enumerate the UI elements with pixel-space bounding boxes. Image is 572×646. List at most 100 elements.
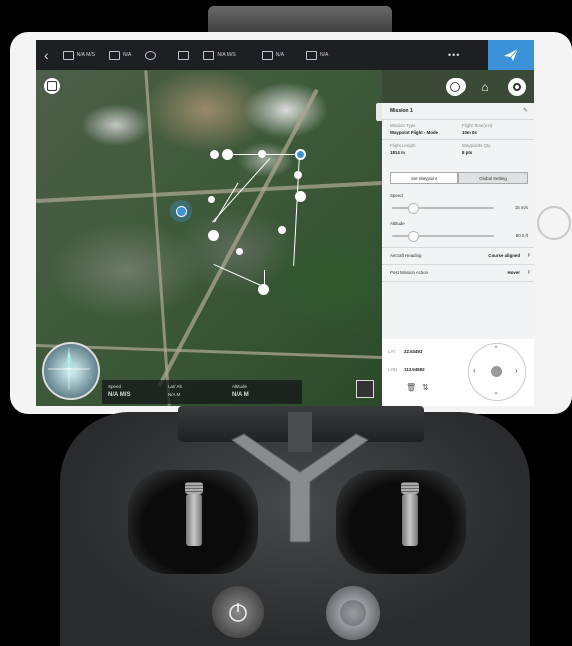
coordinate-panel: LAT 22.53493 LON 113.94583 🗑 ⇅ ⌃ ⌄ ‹ › bbox=[382, 339, 534, 406]
telemetry-altitude-label: Altitude bbox=[232, 384, 248, 389]
speed-slider[interactable] bbox=[392, 207, 494, 209]
speed-value: 15 m/s bbox=[514, 205, 528, 210]
mission-panel: Mission 1 ✎ Mission Type Waypoint Flight… bbox=[382, 103, 534, 406]
chevron-down-icon[interactable]: ⌄ bbox=[493, 388, 499, 396]
locate-aircraft-button[interactable] bbox=[446, 78, 464, 96]
divider bbox=[382, 264, 534, 265]
mission-type-value: Waypoint Flight - Mode bbox=[390, 130, 439, 135]
lon-value[interactable]: 113.94583 bbox=[404, 367, 425, 372]
waypoint[interactable] bbox=[278, 226, 286, 234]
waypoint[interactable] bbox=[236, 248, 243, 255]
divider bbox=[382, 139, 534, 140]
video-signal-icon bbox=[261, 50, 273, 60]
target-icon bbox=[513, 83, 521, 91]
tab-global-setting[interactable]: Global Setting bbox=[458, 172, 528, 184]
flight-length-value: 1814 m bbox=[390, 150, 405, 155]
aircraft-heading-label: Aircraft Heading bbox=[390, 253, 422, 258]
speed-slider-knob[interactable] bbox=[408, 203, 420, 214]
top-status-bar: ‹ N/A M/S N/A N/A M/S N/A N/A ••• bbox=[36, 40, 534, 70]
swap-icon[interactable]: ⇅ bbox=[422, 383, 429, 392]
lat-value[interactable]: 22.53493 bbox=[404, 349, 422, 354]
return-home-icon: ⌂ bbox=[481, 80, 489, 94]
divider bbox=[382, 119, 534, 120]
return-home-button[interactable]: ⌂ bbox=[476, 78, 494, 96]
chevron-right-icon: › bbox=[527, 250, 530, 259]
speed-label: Speed bbox=[390, 193, 403, 198]
aircraft-icon bbox=[175, 205, 187, 217]
status-gps[interactable]: N/A bbox=[109, 50, 131, 60]
telemetry-altitude-value: N/A M bbox=[232, 392, 249, 398]
left-control-stick[interactable] bbox=[186, 494, 202, 546]
attitude-indicator bbox=[42, 342, 100, 400]
right-stick-cap[interactable] bbox=[401, 482, 419, 494]
waypoint[interactable] bbox=[294, 171, 302, 179]
more-button[interactable]: ••• bbox=[448, 50, 460, 60]
tab-set-waypoint[interactable]: Set Waypoint bbox=[390, 172, 458, 184]
airplane-icon bbox=[504, 48, 519, 61]
chevron-right-icon: › bbox=[527, 267, 530, 276]
chevron-up-icon[interactable]: ⌃ bbox=[493, 345, 499, 353]
app-screen: ‹ N/A M/S N/A N/A M/S N/A N/A ••• Speed … bbox=[36, 40, 534, 406]
aircraft-heading-row[interactable]: Aircraft Heading Course aligned › bbox=[382, 249, 534, 263]
map-toggle-button[interactable] bbox=[356, 380, 374, 398]
left-stick-cap[interactable] bbox=[185, 482, 203, 494]
telemetry-speed-label: Speed bbox=[108, 384, 122, 389]
flight-length-label: Flight Length bbox=[390, 143, 416, 148]
map-layers-icon bbox=[47, 81, 57, 91]
battery-icon bbox=[306, 50, 318, 60]
target-button[interactable] bbox=[508, 78, 526, 96]
waypoint-selected[interactable] bbox=[295, 149, 306, 160]
compass-icon bbox=[48, 348, 90, 390]
flight-time-value: 10m 0s bbox=[462, 130, 477, 135]
telemetry-bar: Speed N/A M/S Lat/ Alt N/A M Altitude N/… bbox=[102, 380, 302, 404]
satellite-icon bbox=[145, 50, 157, 60]
status-rc-signal[interactable]: N/A M/S bbox=[203, 50, 236, 60]
map-layers-button[interactable] bbox=[44, 78, 60, 94]
locate-icon bbox=[450, 82, 460, 92]
flight-time-label: Flight Time(est) bbox=[462, 123, 493, 128]
waypoint[interactable] bbox=[222, 149, 233, 160]
waypoint[interactable] bbox=[210, 150, 219, 159]
telemetry-alt-label: Lat/ Alt bbox=[168, 384, 182, 389]
edit-icon[interactable]: ✎ bbox=[523, 107, 528, 114]
power-button[interactable] bbox=[212, 586, 264, 638]
waypoints-qty-value: 8 pts bbox=[462, 150, 473, 155]
gps-icon bbox=[109, 50, 121, 60]
status-aircraft[interactable]: N/A M/S bbox=[62, 50, 95, 60]
waypoint[interactable] bbox=[295, 191, 306, 202]
back-button[interactable]: ‹ bbox=[44, 48, 49, 62]
waypoint[interactable] bbox=[258, 150, 266, 158]
aircraft-marker[interactable] bbox=[170, 200, 192, 222]
status-battery[interactable]: N/A bbox=[306, 50, 328, 60]
divider bbox=[382, 247, 534, 248]
right-control-stick[interactable] bbox=[402, 494, 418, 546]
status-camera[interactable] bbox=[178, 50, 190, 60]
return-to-home-button[interactable] bbox=[326, 586, 380, 640]
chevron-right-icon[interactable]: › bbox=[515, 366, 518, 375]
waypoint[interactable] bbox=[258, 284, 269, 295]
post-mission-action-row[interactable]: Post Mission Action Hover › bbox=[382, 266, 534, 280]
dpad-center-button[interactable] bbox=[491, 366, 502, 377]
map-road bbox=[144, 70, 171, 406]
telemetry-speed-value: N/A M/S bbox=[108, 392, 131, 398]
trash-icon[interactable]: 🗑 bbox=[406, 383, 416, 392]
waypoint[interactable] bbox=[208, 196, 215, 203]
tablet-home-button[interactable] bbox=[537, 206, 571, 240]
waypoint[interactable] bbox=[208, 230, 219, 241]
fly-button[interactable] bbox=[488, 40, 534, 70]
path-segment bbox=[213, 264, 262, 287]
mission-type-label: Mission Type bbox=[390, 123, 416, 128]
altitude-label: Altitude bbox=[390, 221, 405, 226]
satellite-map[interactable]: Speed N/A M/S Lat/ Alt N/A M Altitude N/… bbox=[36, 70, 466, 406]
status-satellite[interactable] bbox=[145, 50, 157, 60]
position-dpad[interactable]: ⌃ ⌄ ‹ › bbox=[468, 343, 526, 401]
lat-label: LAT bbox=[388, 349, 396, 354]
altitude-slider-knob[interactable] bbox=[408, 231, 420, 242]
post-mission-label: Post Mission Action bbox=[390, 270, 429, 275]
camera-icon bbox=[178, 50, 190, 60]
altitude-slider[interactable] bbox=[392, 235, 494, 237]
chevron-left-icon[interactable]: ‹ bbox=[473, 366, 476, 375]
status-video-signal[interactable]: N/A bbox=[261, 50, 284, 60]
rth-button-face bbox=[340, 600, 366, 626]
post-mission-value: Hover bbox=[507, 270, 520, 275]
